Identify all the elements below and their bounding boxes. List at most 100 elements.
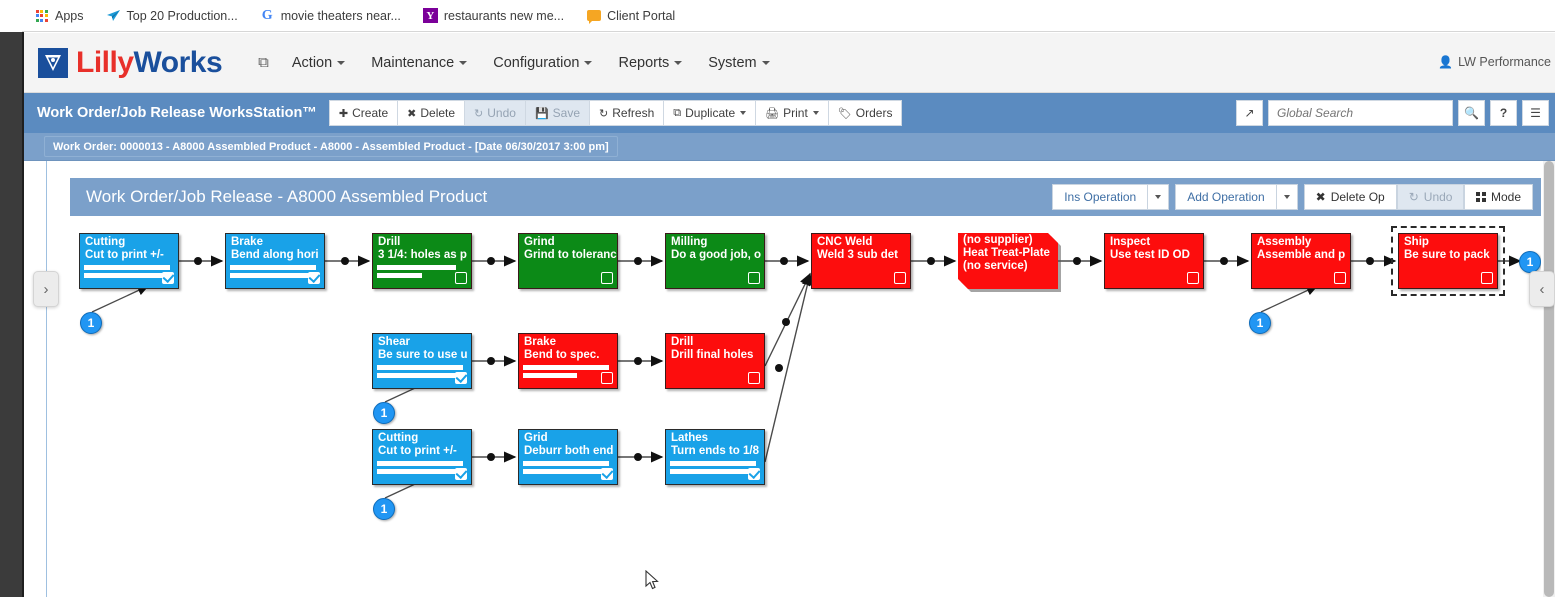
- bookmark-label: movie theaters near...: [280, 8, 401, 23]
- delete-op-button[interactable]: ✖ Delete Op: [1303, 184, 1397, 210]
- copy-page-icon[interactable]: ⧉: [248, 48, 279, 77]
- operation-node[interactable]: Inspect Use test ID OD: [1104, 233, 1204, 289]
- left-panel-toggle[interactable]: ›: [33, 271, 59, 307]
- node-complete-checkbox[interactable]: [748, 468, 760, 480]
- breadcrumb-bar: Work Order: 0000013 - A8000 Assembled Pr…: [24, 133, 1555, 161]
- button-label: Delete: [420, 106, 456, 120]
- refresh-button[interactable]: ↻ Refresh: [589, 100, 664, 126]
- button-label: Undo: [487, 106, 516, 120]
- logo-text-secondary: Works: [133, 45, 223, 79]
- operation-node[interactable]: Grind Grind to toleranc: [518, 233, 618, 289]
- node-complete-checkbox[interactable]: [455, 468, 467, 480]
- nav-item-maintenance[interactable]: Maintenance: [358, 49, 480, 77]
- operation-node-outsourced[interactable]: (no supplier) Heat Treat-Plate (no servi…: [958, 233, 1058, 289]
- chevron-down-icon: [812, 111, 819, 115]
- apps-grid-icon: [34, 8, 49, 23]
- scrollbar-thumb[interactable]: [1544, 161, 1554, 597]
- routing-canvas[interactable]: Cutting Cut to print +/- Brake Bend alon…: [70, 216, 1541, 597]
- global-search-box[interactable]: [1268, 100, 1453, 126]
- vertical-scrollbar[interactable]: [1543, 161, 1555, 597]
- breadcrumb[interactable]: Work Order: 0000013 - A8000 Assembled Pr…: [44, 136, 618, 157]
- node-complete-checkbox[interactable]: [601, 372, 613, 384]
- node-complete-checkbox[interactable]: [1187, 272, 1199, 284]
- main-nav: ⧉ Action Maintenance Configuration Repor…: [248, 48, 782, 77]
- node-complete-checkbox[interactable]: [601, 272, 613, 284]
- list-menu-icon[interactable]: ☰: [1522, 100, 1549, 126]
- operation-node[interactable]: Brake Bend along hori: [225, 233, 325, 289]
- node-complete-checkbox[interactable]: [162, 272, 174, 284]
- nav-item-action[interactable]: Action: [279, 49, 358, 77]
- node-desc2: (no service): [963, 260, 1028, 272]
- delete-button[interactable]: ✖ Delete: [397, 100, 465, 126]
- bookmark-label: Client Portal: [607, 8, 676, 23]
- search-submit-button[interactable]: 🔍: [1458, 100, 1485, 126]
- operation-node[interactable]: Milling Do a good job, o: [665, 233, 765, 289]
- node-title: Brake: [231, 236, 263, 248]
- operation-node[interactable]: CNC Weld Weld 3 sub det: [811, 233, 911, 289]
- app-logo[interactable]: LillyWorks: [38, 45, 223, 80]
- help-button[interactable]: ?: [1490, 100, 1517, 126]
- quantity-bubble[interactable]: 1: [373, 498, 395, 520]
- right-panel-toggle[interactable]: ‹: [1529, 271, 1555, 307]
- grid-icon: [1476, 192, 1486, 202]
- operation-node[interactable]: Cutting Cut to print +/-: [372, 429, 472, 485]
- node-complete-checkbox[interactable]: [601, 468, 613, 480]
- operation-node[interactable]: Drill 3 1/4: holes as p: [372, 233, 472, 289]
- paper-plane-icon: [106, 8, 121, 23]
- nav-label: Maintenance: [371, 54, 455, 71]
- nav-item-system[interactable]: System: [695, 49, 782, 77]
- chevron-down-icon: [761, 60, 770, 65]
- toolbar-button-group: ✚ Create ✖ Delete ↻ Undo 💾 Save ↻ Refresh ⧉ Du…: [328, 100, 903, 126]
- node-title: Drill: [378, 236, 401, 248]
- node-complete-checkbox[interactable]: [455, 272, 467, 284]
- nav-item-reports[interactable]: Reports: [605, 49, 695, 77]
- button-label: Add Operation: [1187, 190, 1265, 204]
- add-operation-dropdown[interactable]: [1276, 184, 1298, 210]
- node-complete-checkbox[interactable]: [1481, 272, 1493, 284]
- operation-node[interactable]: Lathes Turn ends to 1/8: [665, 429, 765, 485]
- node-complete-checkbox[interactable]: [1334, 272, 1346, 284]
- chevron-down-icon: [584, 60, 593, 65]
- node-title: (no supplier): [963, 234, 1033, 246]
- node-complete-checkbox[interactable]: [308, 272, 320, 284]
- mode-button[interactable]: Mode: [1464, 184, 1533, 210]
- quantity-bubble[interactable]: 1: [373, 402, 395, 424]
- bookmark-apps[interactable]: Apps: [34, 8, 84, 23]
- quantity-bubble[interactable]: 1: [80, 312, 102, 334]
- chevron-left-icon: ‹: [1539, 280, 1545, 298]
- quantity-bubble[interactable]: 1: [1519, 251, 1541, 273]
- ins-operation-dropdown[interactable]: [1148, 184, 1170, 210]
- operation-node[interactable]: Assembly Assemble and p: [1251, 233, 1351, 289]
- node-complete-checkbox[interactable]: [748, 272, 760, 284]
- search-input[interactable]: [1277, 106, 1444, 120]
- bookmark-restaurants[interactable]: Y restaurants new me...: [422, 8, 564, 23]
- add-operation-button[interactable]: Add Operation: [1175, 184, 1277, 210]
- bookmark-client-portal[interactable]: Client Portal: [586, 8, 676, 24]
- operation-node[interactable]: Brake Bend to spec.: [518, 333, 618, 389]
- bookmark-movie-theaters[interactable]: G movie theaters near...: [260, 8, 401, 23]
- operation-node[interactable]: Shear Be sure to use u: [372, 333, 472, 389]
- ins-operation-button[interactable]: Ins Operation: [1052, 184, 1149, 210]
- operation-node[interactable]: Cutting Cut to print +/-: [79, 233, 179, 289]
- chevron-down-icon: [1155, 195, 1162, 199]
- node-complete-checkbox[interactable]: [748, 372, 760, 384]
- operation-node[interactable]: Drill Drill final holes: [665, 333, 765, 389]
- bookmark-label: Apps: [55, 8, 84, 23]
- node-complete-checkbox[interactable]: [455, 372, 467, 384]
- browser-left-gutter-top: [0, 0, 22, 32]
- operation-node-selected[interactable]: Ship Be sure to pack: [1391, 226, 1505, 296]
- user-account[interactable]: 👤 LW Performance: [1438, 55, 1551, 69]
- node-complete-checkbox[interactable]: [894, 272, 906, 284]
- operation-node[interactable]: Grid Deburr both end: [518, 429, 618, 485]
- expand-arrows-icon[interactable]: ↗: [1236, 100, 1263, 126]
- nav-item-configuration[interactable]: Configuration: [480, 49, 605, 77]
- print-button[interactable]: 🖨 Print: [755, 100, 828, 126]
- undo-icon: ↻: [1408, 190, 1419, 204]
- bookmark-top20production[interactable]: Top 20 Production...: [106, 8, 238, 23]
- button-label: Orders: [855, 106, 893, 120]
- duplicate-button[interactable]: ⧉ Duplicate: [663, 100, 756, 126]
- google-icon: G: [261, 7, 273, 23]
- orders-button[interactable]: 🏷 Orders: [827, 100, 903, 126]
- create-button[interactable]: ✚ Create: [328, 100, 398, 126]
- quantity-bubble[interactable]: 1: [1249, 312, 1271, 334]
